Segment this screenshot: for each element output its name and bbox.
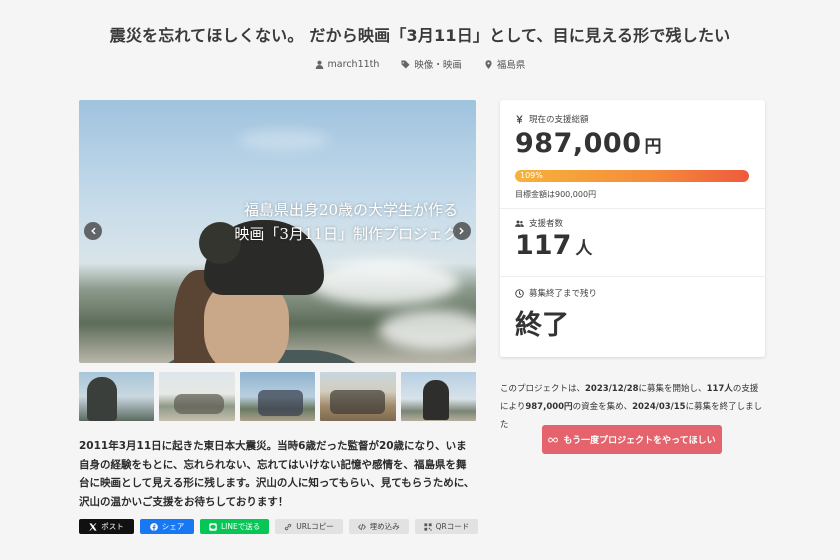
thumbnail-5[interactable] bbox=[400, 372, 477, 421]
code-icon bbox=[357, 523, 366, 530]
thumbnail-4[interactable] bbox=[320, 372, 396, 421]
facebook-icon bbox=[149, 522, 158, 531]
chevron-right-icon bbox=[459, 227, 464, 235]
next-image-button[interactable] bbox=[453, 222, 471, 240]
hero-caption-line-1: 福島県出身20歳の大学生が作る bbox=[243, 201, 458, 219]
tag-icon bbox=[401, 59, 410, 69]
supporters-label-text: 支援者数 bbox=[529, 219, 564, 229]
supporters-count: 117 人 bbox=[515, 230, 592, 261]
remaining-time-label: 募集終了まで残り bbox=[515, 287, 597, 299]
user-icon bbox=[315, 60, 323, 69]
location-pin-icon bbox=[485, 59, 492, 69]
author-link[interactable]: march11th bbox=[315, 57, 380, 71]
yen-icon bbox=[516, 114, 523, 124]
supporters-count-unit: 人 bbox=[575, 239, 593, 259]
share-facebook-button[interactable]: シェア bbox=[140, 519, 194, 534]
summary-text: に募集を開始し、 bbox=[638, 384, 707, 394]
qr-code-button[interactable]: QRコード bbox=[414, 519, 479, 534]
supporters-label: 支援者数 bbox=[515, 217, 563, 229]
qr-code-icon bbox=[424, 522, 432, 531]
author-name: march11th bbox=[327, 58, 380, 70]
project-meta: march11th 映像・映画 福島県 bbox=[0, 57, 840, 71]
x-logo-icon bbox=[89, 522, 97, 531]
link-icon bbox=[285, 523, 292, 530]
funding-progress-bar: 109% bbox=[515, 170, 749, 182]
embed-button[interactable]: 埋め込み bbox=[348, 519, 409, 534]
supporters-count-value: 117 bbox=[515, 230, 572, 261]
share-x-button[interactable]: ポスト bbox=[79, 519, 134, 534]
request-again-label: もう一度プロジェクトをやってほしい bbox=[563, 436, 716, 446]
location-link[interactable]: 福島県 bbox=[484, 57, 526, 71]
request-again-button[interactable]: もう一度プロジェクトをやってほしい bbox=[542, 425, 722, 454]
share-line-label: LINEで送る bbox=[221, 522, 261, 531]
total-amount: 987,000 円 bbox=[515, 128, 662, 159]
total-amount-label-text: 現在の支援総額 bbox=[529, 115, 589, 125]
location-name: 福島県 bbox=[496, 60, 526, 71]
thumbnail-1[interactable] bbox=[79, 372, 155, 421]
clock-icon bbox=[515, 288, 524, 298]
line-icon bbox=[209, 522, 217, 531]
hero-caption: 福島県出身20歳の大学生が作る 映画「3月11日」制作プロジェク bbox=[234, 198, 458, 246]
summary-end-date: 2024/03/15 bbox=[632, 402, 686, 412]
qr-code-label: QRコード bbox=[435, 522, 470, 531]
category-link[interactable]: 映像・映画 bbox=[401, 57, 462, 71]
panel-divider bbox=[500, 208, 765, 209]
share-facebook-label: シェア bbox=[161, 522, 185, 531]
thumbnail-2[interactable] bbox=[159, 372, 235, 421]
total-amount-unit: 円 bbox=[644, 137, 662, 157]
category-name: 映像・映画 bbox=[414, 60, 462, 71]
share-buttons: ポスト シェア LINEで送る URLコピー 埋め込み QRコード bbox=[79, 519, 479, 534]
summary-supporters: 117人 bbox=[706, 384, 733, 394]
image-thumbnails bbox=[79, 372, 477, 421]
share-x-label: ポスト bbox=[101, 522, 124, 531]
remaining-time-value: 終了 bbox=[515, 310, 569, 341]
funding-stats-panel: 現在の支援総額 987,000 円 109% 目標金額は900,000円 支援者数… bbox=[500, 100, 765, 357]
total-amount-value: 987,000 bbox=[515, 128, 642, 159]
project-title: 震災を忘れてほしくない。 だから映画「3月11日」として、目に見える形で残したい bbox=[109, 26, 731, 45]
share-line-button[interactable]: LINEで送る bbox=[200, 519, 270, 534]
infinity-icon bbox=[548, 437, 559, 442]
previous-image-button[interactable] bbox=[84, 222, 102, 240]
summary-amount: 987,000円 bbox=[525, 402, 573, 412]
users-icon bbox=[515, 220, 524, 227]
summary-text: このプロジェクトは、 bbox=[500, 384, 586, 394]
copy-url-button[interactable]: URLコピー bbox=[275, 519, 343, 534]
thumbnail-3[interactable] bbox=[239, 372, 316, 421]
goal-amount: 目標金額は900,000円 bbox=[515, 190, 597, 199]
project-description: 2011年3月11日に起きた東日本大震災。当時6歳だった監督が20歳になり、いま… bbox=[79, 440, 475, 508]
remaining-time-label-text: 募集終了まで残り bbox=[529, 289, 598, 299]
chevron-left-icon bbox=[91, 227, 96, 235]
hero-caption-line-2: 映画「3月11日」制作プロジェク bbox=[234, 225, 458, 243]
summary-text: の資金を集め、 bbox=[572, 402, 633, 412]
panel-divider bbox=[500, 276, 765, 277]
total-amount-label: 現在の支援総額 bbox=[515, 113, 589, 125]
copy-url-label: URLコピー bbox=[296, 522, 334, 531]
embed-label: 埋め込み bbox=[369, 522, 400, 531]
funding-progress-percent: 109% bbox=[520, 171, 543, 180]
main-project-image[interactable]: 福島県出身20歳の大学生が作る 映画「3月11日」制作プロジェク bbox=[79, 100, 476, 363]
summary-start-date: 2023/12/28 bbox=[585, 384, 639, 394]
